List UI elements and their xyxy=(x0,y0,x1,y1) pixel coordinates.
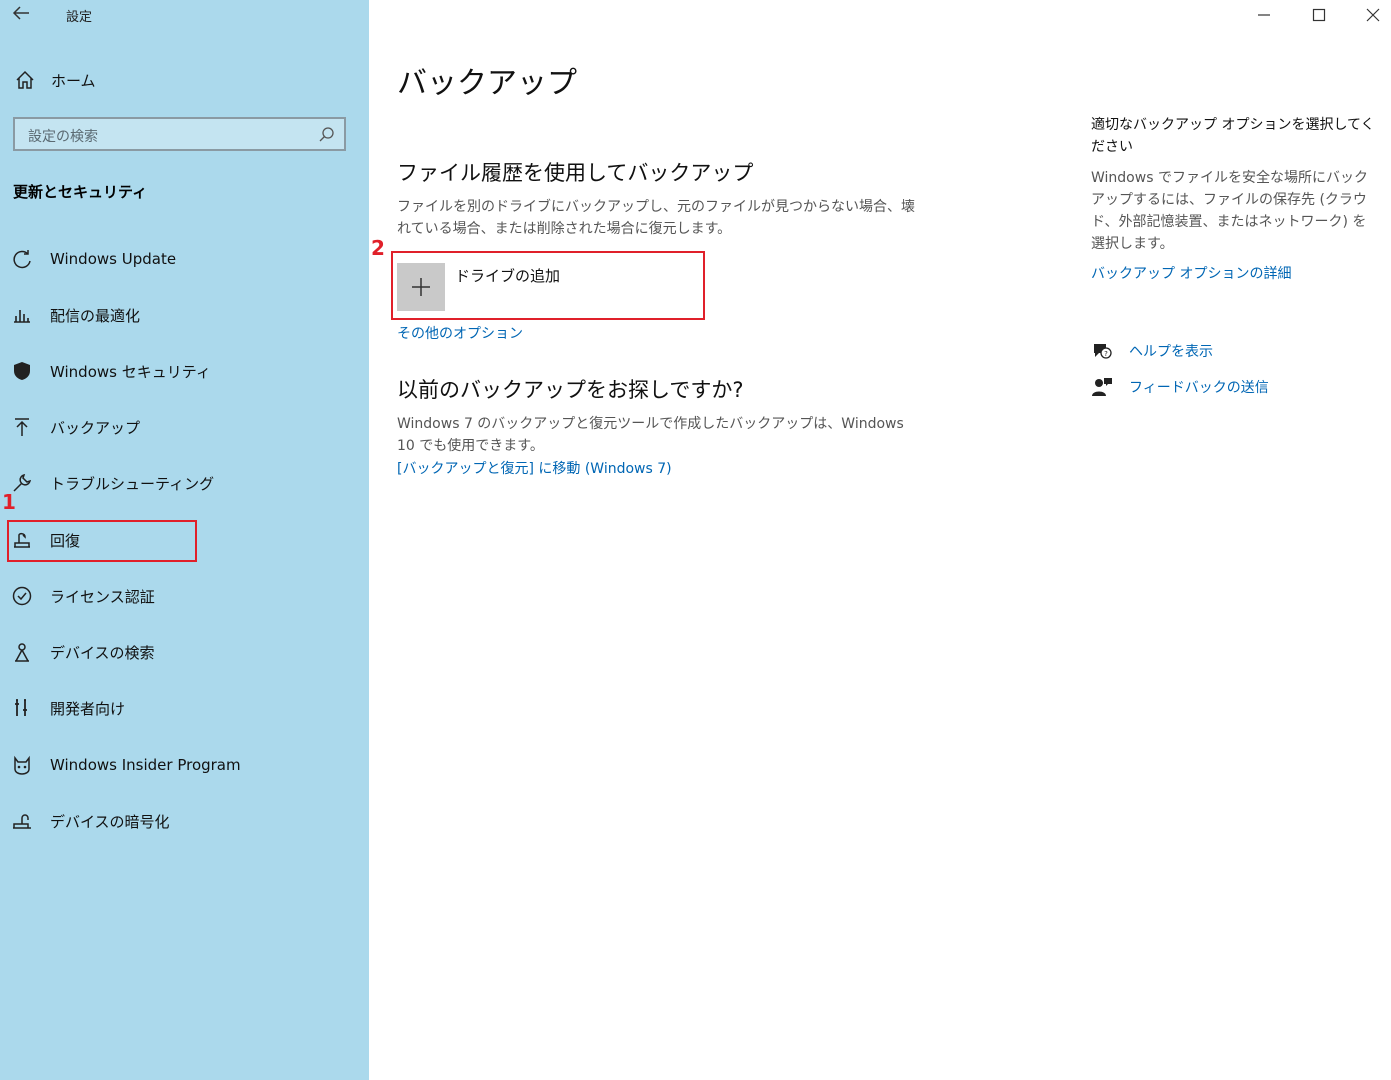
check-circle-icon xyxy=(10,584,34,608)
sidebar-item-backup[interactable]: バックアップ xyxy=(10,409,140,445)
sidebar-item-label: トラブルシューティング xyxy=(50,474,215,493)
step-2-number: 2 xyxy=(371,236,385,260)
svg-text:?: ? xyxy=(1104,350,1108,358)
backup-arrow-icon xyxy=(10,415,34,439)
right-panel-description: Windows でファイルを安全な場所にバックアップするには、ファイルの保存先 … xyxy=(1091,170,1368,252)
sidebar-item-insider[interactable]: Windows Insider Program xyxy=(10,747,241,783)
sidebar-item-activation[interactable]: ライセンス認証 xyxy=(10,578,155,614)
sidebar-item-label: デバイスの検索 xyxy=(50,643,155,662)
minimize-button[interactable] xyxy=(1237,0,1291,30)
home-label: ホーム xyxy=(51,71,96,90)
search-input[interactable]: 設定の検索 xyxy=(13,117,346,151)
find-device-icon xyxy=(10,640,34,664)
sidebar-item-encryption[interactable]: デバイスの暗号化 xyxy=(10,803,170,839)
home-icon xyxy=(16,70,34,89)
encryption-icon xyxy=(10,809,34,833)
more-options-link[interactable]: その他のオプション xyxy=(397,323,523,343)
sidebar-item-label: 配信の最適化 xyxy=(50,306,141,325)
minimize-icon xyxy=(1258,14,1270,16)
highlight-box-recovery xyxy=(7,520,197,562)
step-1-number: 1 xyxy=(2,490,16,514)
home-link[interactable]: ホーム xyxy=(13,68,96,92)
backup-restore-link[interactable]: [バックアップと復元] に移動 (Windows 7) xyxy=(397,458,672,478)
backup-details-link[interactable]: バックアップ オプションの詳細 xyxy=(1091,263,1291,283)
sidebar-item-developer[interactable]: 開発者向け xyxy=(10,690,125,726)
maximize-icon xyxy=(1312,8,1326,22)
section-title: 更新とセキュリティ xyxy=(13,183,148,201)
feedback-link-label: フィードバックの送信 xyxy=(1129,380,1269,396)
sidebar-item-label: Windows Update xyxy=(50,250,177,268)
sidebar-item-label: デバイスの暗号化 xyxy=(50,812,170,831)
sidebar-item-windows-update[interactable]: Windows Update xyxy=(10,241,176,277)
shield-icon xyxy=(10,359,34,383)
sidebar-item-label: Windows Insider Program xyxy=(50,756,241,774)
delivery-optimization-icon xyxy=(10,303,34,327)
main-content: バックアップ ファイル履歴を使用してバックアップ ファイルを別のドライブにバック… xyxy=(369,0,1391,1080)
sidebar: 設定 ホーム 設定の検索 更新とセキュリティ Windows Update 配信… xyxy=(0,0,369,1080)
file-history-heading: ファイル履歴を使用してバックアップ xyxy=(397,161,754,185)
feedback-link[interactable]: フィードバックの送信 xyxy=(1091,376,1269,398)
right-panel-heading: 適切なバックアップ オプションを選択してください xyxy=(1091,117,1375,155)
sidebar-item-label: ライセンス認証 xyxy=(50,587,155,606)
search-placeholder: 設定の検索 xyxy=(28,129,98,145)
window-title: 設定 xyxy=(66,10,93,25)
sidebar-item-label: バックアップ xyxy=(50,418,141,437)
close-button[interactable] xyxy=(1346,0,1391,30)
insider-cat-icon xyxy=(10,753,34,777)
help-chat-icon: ? xyxy=(1094,344,1112,359)
file-history-description: ファイルを別のドライブにバックアップし、元のファイルが見つからない場合、壊れてい… xyxy=(397,199,915,237)
help-link-label: ヘルプを表示 xyxy=(1129,344,1213,360)
sidebar-item-find-device[interactable]: デバイスの検索 xyxy=(10,634,155,670)
older-backup-heading: 以前のバックアップをお探しですか? xyxy=(397,378,744,402)
developer-icon xyxy=(10,696,34,720)
feedback-person-icon xyxy=(1092,378,1112,396)
page-title: バックアップ xyxy=(397,66,577,101)
sidebar-item-troubleshoot[interactable]: トラブルシューティング xyxy=(10,465,214,501)
close-icon xyxy=(1366,8,1380,22)
highlight-box-add-drive xyxy=(391,251,705,320)
maximize-button[interactable] xyxy=(1292,0,1346,30)
older-backup-description: Windows 7 のバックアップと復元ツールで作成したバックアップは、Wind… xyxy=(397,416,904,454)
search-icon xyxy=(319,127,334,142)
back-button[interactable] xyxy=(10,2,36,26)
sidebar-item-delivery-optimization[interactable]: 配信の最適化 xyxy=(10,297,140,333)
sidebar-item-label: 開発者向け xyxy=(50,699,126,718)
sidebar-item-windows-security[interactable]: Windows セキュリティ xyxy=(10,353,211,389)
back-arrow-icon xyxy=(12,6,29,20)
refresh-icon xyxy=(10,247,34,271)
sidebar-item-label: Windows セキュリティ xyxy=(50,362,211,381)
help-link[interactable]: ? ヘルプを表示 xyxy=(1091,340,1213,362)
